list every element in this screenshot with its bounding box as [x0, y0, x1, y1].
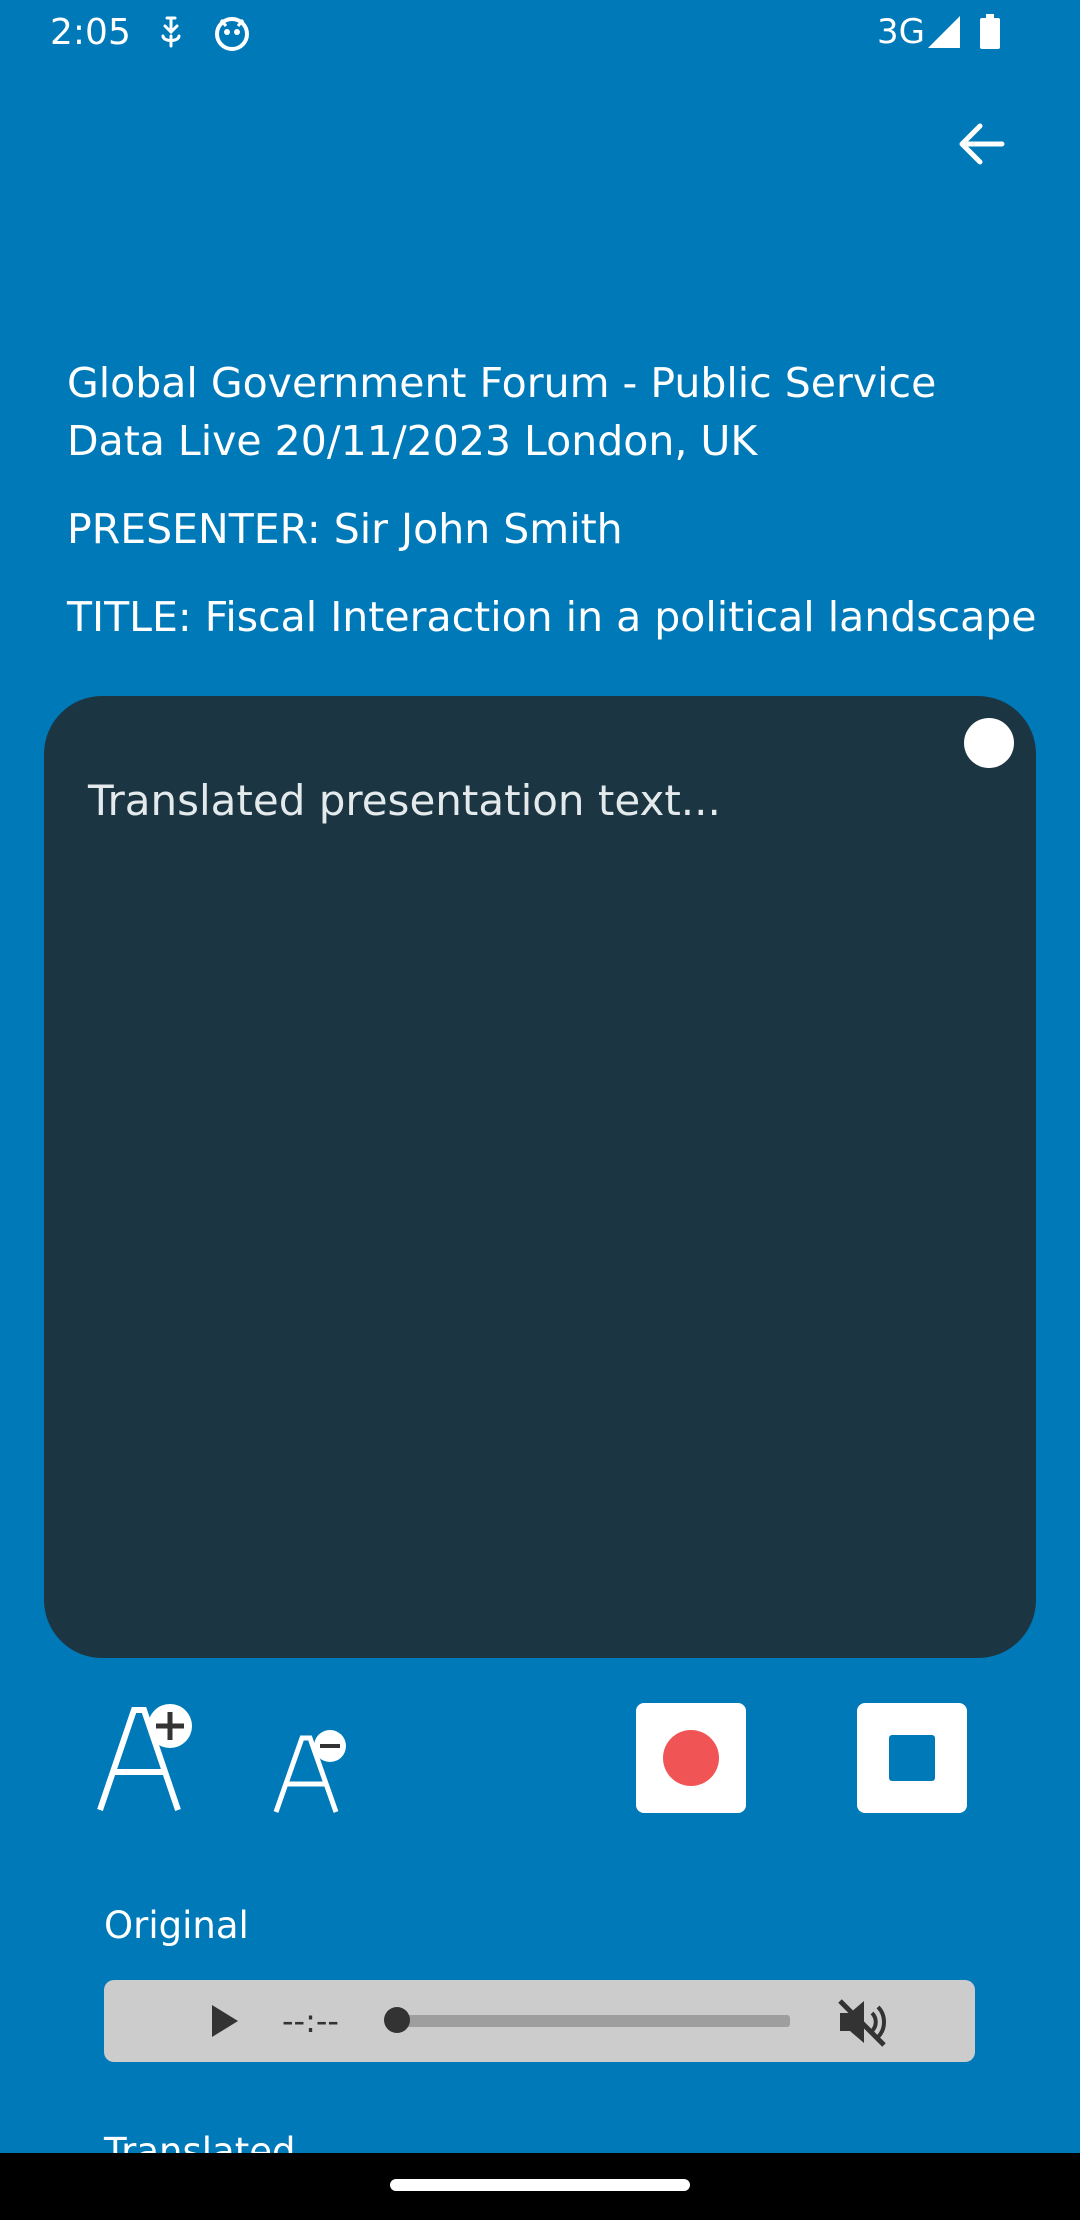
mute-button[interactable]: [834, 1995, 890, 2049]
seek-track[interactable]: [389, 2015, 790, 2027]
presentation-title: TITLE: Fiscal Interaction in a political…: [67, 593, 1037, 641]
app-notification-icon: [213, 14, 251, 56]
download-notification-icon: [157, 14, 185, 54]
navigation-bar: [0, 2153, 1080, 2220]
original-audio-label: Original: [104, 1904, 249, 1947]
presenter-label: PRESENTER: Sir John Smith: [67, 505, 623, 553]
battery-icon: [978, 14, 1002, 54]
record-button[interactable]: [636, 1703, 746, 1813]
stop-button[interactable]: [857, 1703, 967, 1813]
arrow-left-icon: [959, 123, 1005, 165]
play-button[interactable]: [204, 2001, 244, 2041]
font-decrease-icon: [273, 1730, 346, 1813]
status-time: 2:05: [50, 12, 131, 53]
status-bar: 2:05 3G: [0, 0, 1080, 66]
seek-thumb[interactable]: [384, 2007, 410, 2033]
original-audio-player: --:--: [104, 1980, 975, 2062]
decrease-font-button[interactable]: [272, 1726, 350, 1816]
panel-toggle-button[interactable]: [964, 718, 1014, 768]
translation-panel: Translated presentation text...: [44, 696, 1036, 1658]
network-type: 3G: [877, 12, 925, 52]
font-increase-icon: [97, 1704, 192, 1811]
stop-icon: [889, 1735, 935, 1781]
event-name: Global Government Forum - Public Service…: [67, 359, 937, 465]
increase-font-button[interactable]: [96, 1700, 196, 1815]
back-button[interactable]: [950, 112, 1014, 176]
signal-icon: [926, 14, 962, 54]
play-icon: [212, 2005, 238, 2037]
home-gesture-handle[interactable]: [390, 2179, 690, 2191]
translated-text: Translated presentation text...: [88, 776, 721, 825]
record-icon: [663, 1730, 719, 1786]
player-time: --:--: [282, 2002, 339, 2040]
volume-muted-icon: [838, 1999, 886, 2047]
